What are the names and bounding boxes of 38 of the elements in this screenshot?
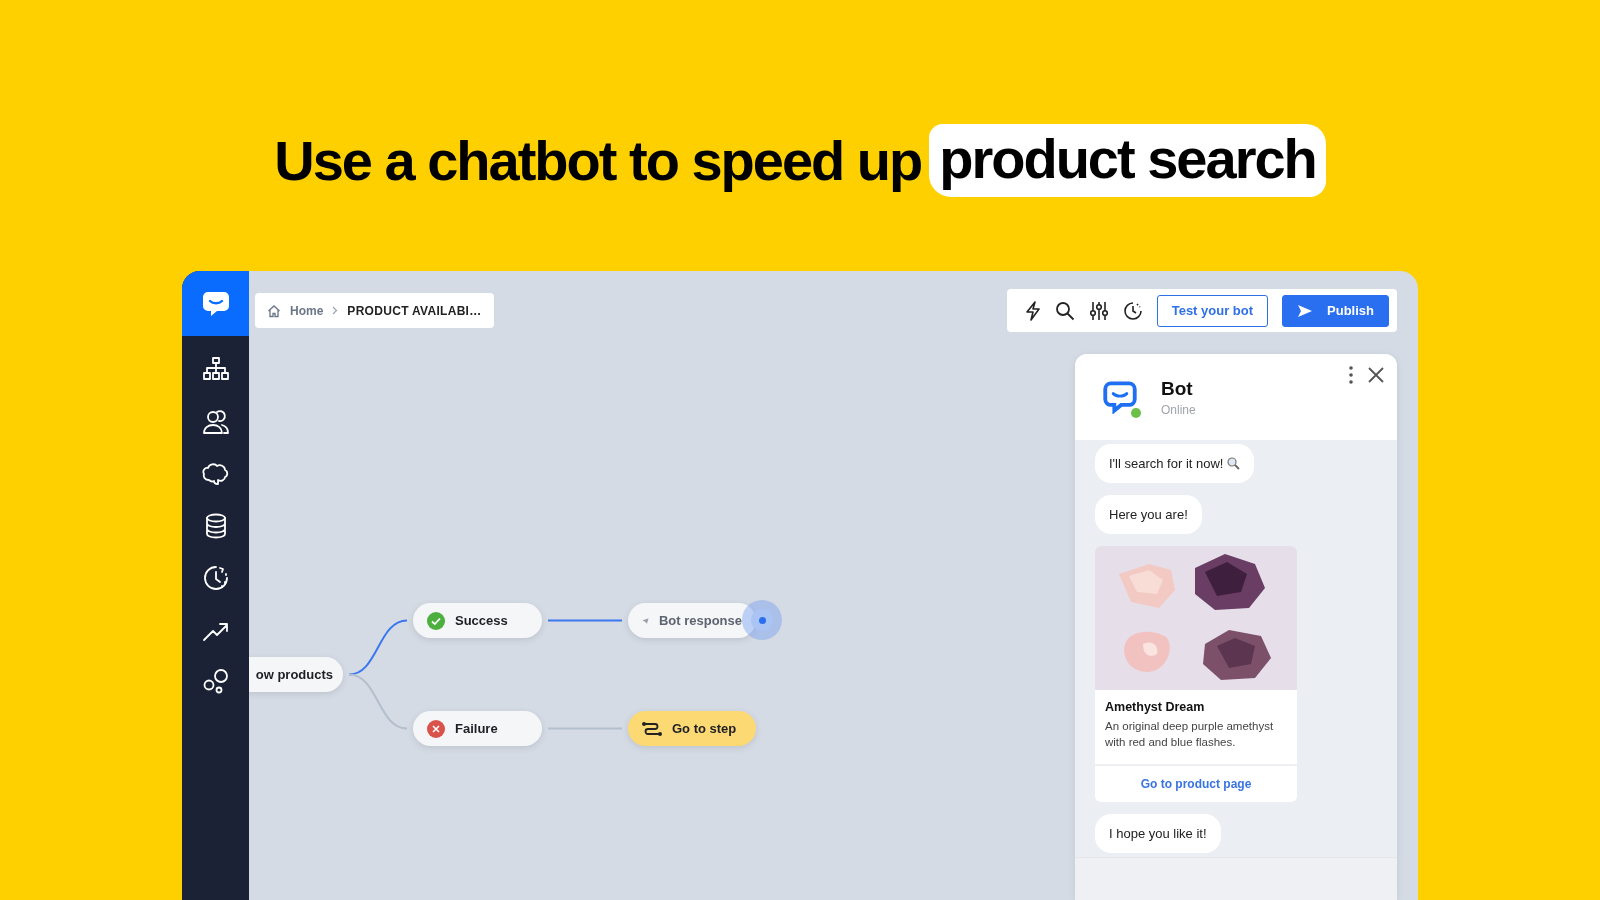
close-icon[interactable] xyxy=(1367,366,1385,384)
breadcrumb-link[interactable]: Home xyxy=(290,303,324,318)
route-icon xyxy=(642,720,662,737)
send-icon xyxy=(1297,303,1314,318)
bubbles-icon[interactable] xyxy=(201,668,230,696)
sliders-icon[interactable] xyxy=(1088,300,1109,321)
breadcrumb-current: PRODUCT AVAILABI… xyxy=(347,303,482,318)
chat-bubble: I'll search for it now! xyxy=(1095,444,1255,483)
error-icon xyxy=(427,719,445,738)
search-icon[interactable] xyxy=(1054,300,1075,321)
check-icon xyxy=(427,611,445,630)
clock-icon[interactable] xyxy=(201,564,230,592)
lightning-icon[interactable] xyxy=(1024,300,1041,321)
flow-node[interactable]: Success xyxy=(413,603,542,638)
bot-avatar-icon xyxy=(1103,380,1137,414)
product-description: An original deep purple amethyst with red and blue flashes. xyxy=(1105,719,1275,750)
history-icon[interactable] xyxy=(1122,300,1143,321)
flow-node[interactable]: Go to step xyxy=(628,711,756,746)
chat-bubble: I hope you like it! xyxy=(1095,814,1221,854)
flow-node[interactable]: ow products xyxy=(249,657,343,692)
product-title: Amethyst Dream xyxy=(1105,700,1206,714)
home-icon xyxy=(267,303,281,318)
message-input[interactable] xyxy=(1075,857,1397,900)
chat-bubble: Here you are! xyxy=(1095,495,1202,534)
flow-node[interactable]: Bot response xyxy=(628,603,756,638)
chat-title: Bot xyxy=(1161,377,1194,400)
brain-icon[interactable] xyxy=(201,460,230,488)
headline: Use a chatbot to speed up xyxy=(274,128,922,193)
highlighted-headline: product search xyxy=(929,124,1326,197)
chat-status: Online xyxy=(1161,402,1196,417)
product-link[interactable]: Go to product page xyxy=(1095,764,1297,803)
users-icon[interactable] xyxy=(201,408,230,436)
test-button[interactable]: Test your bot xyxy=(1156,294,1269,327)
chevron-icon xyxy=(332,306,339,315)
more-icon[interactable] xyxy=(1349,366,1353,384)
publish-button[interactable]: Publish xyxy=(1282,294,1389,327)
connector-handle[interactable] xyxy=(742,600,782,640)
flow-node[interactable]: Failure xyxy=(413,711,542,746)
